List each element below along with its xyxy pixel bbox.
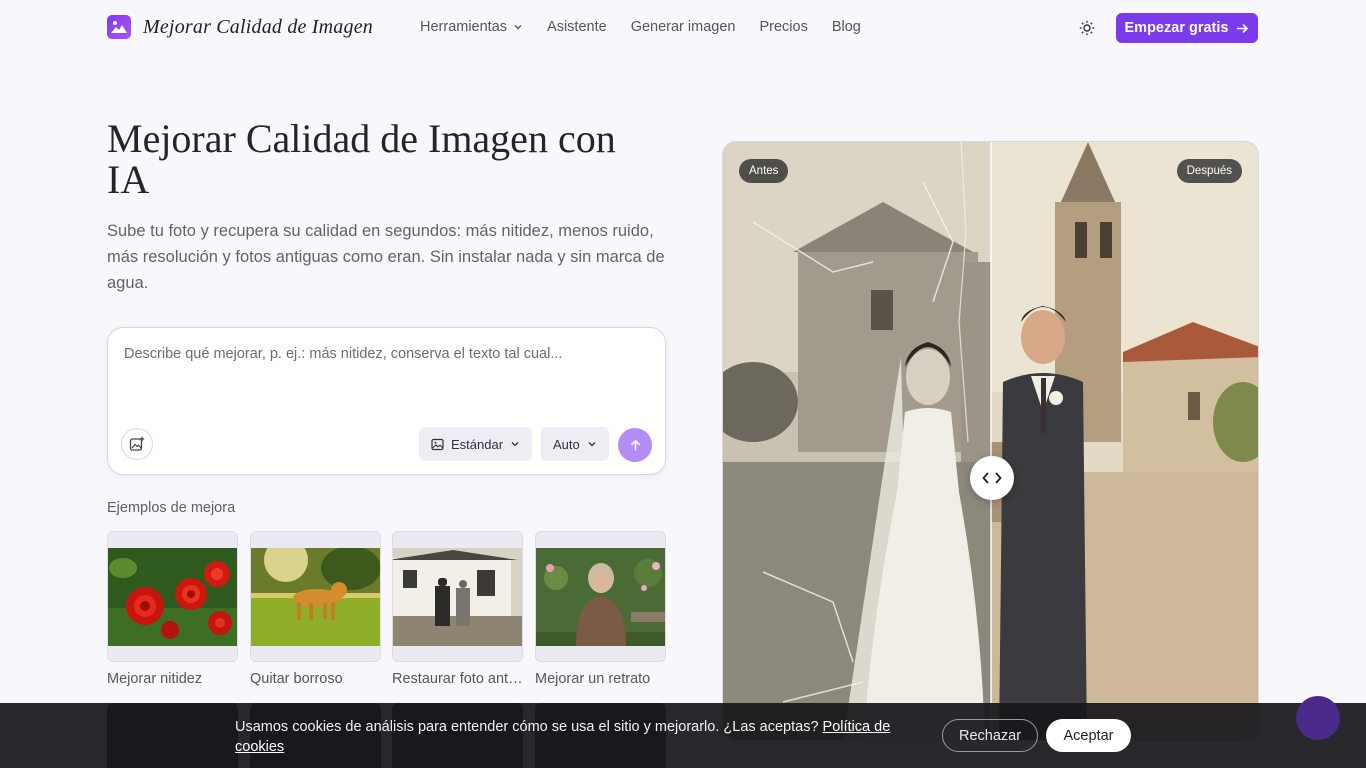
example-label-deblur: Quitar borroso bbox=[250, 671, 343, 687]
chevrons-left-right-icon bbox=[982, 472, 1002, 484]
examples-title: Ejemplos de mejora bbox=[107, 500, 236, 516]
mode-select[interactable]: Auto bbox=[541, 427, 609, 461]
example-label-restore: Restaurar foto antigua bbox=[392, 671, 523, 687]
roses-thumbnail bbox=[108, 548, 237, 646]
hero-subtitle: Sube tu foto y recupera su calidad en se… bbox=[107, 222, 665, 292]
sun-icon bbox=[1079, 20, 1095, 36]
before-badge: Antes bbox=[739, 159, 789, 183]
cta-label: Empezar gratis bbox=[1124, 20, 1229, 36]
chevron-down-icon bbox=[511, 442, 519, 447]
top-nav: Mejorar Calidad de Imagen Herramientas A… bbox=[0, 0, 1366, 56]
nav-item-blog[interactable]: Blog bbox=[832, 19, 861, 35]
add-image-button[interactable] bbox=[121, 428, 153, 460]
chat-fab-button[interactable] bbox=[1296, 696, 1340, 740]
example-label-sharpen: Mejorar nitidez bbox=[107, 671, 203, 687]
image-logo-icon bbox=[107, 15, 131, 39]
nav-item-herramientas[interactable]: Herramientas bbox=[420, 19, 523, 35]
nav-item-label: Herramientas bbox=[420, 19, 508, 35]
quality-select[interactable]: Estándar bbox=[419, 427, 533, 461]
send-button[interactable] bbox=[618, 428, 652, 462]
after-badge: Después bbox=[1176, 159, 1242, 183]
quality-value: Estándar bbox=[451, 436, 504, 452]
example-card-portrait[interactable] bbox=[535, 531, 666, 662]
nav-item-generar-imagen[interactable]: Generar imagen bbox=[631, 19, 736, 35]
example-card-sharpen[interactable] bbox=[107, 531, 238, 662]
brand-name: Mejorar Calidad de Imagen bbox=[143, 15, 373, 38]
start-free-button[interactable]: Empezar gratis bbox=[1116, 13, 1258, 43]
chevron-down-icon bbox=[588, 442, 596, 447]
prompt-input[interactable] bbox=[124, 346, 644, 362]
old-couple-thumbnail bbox=[393, 548, 522, 646]
before-after-comparison[interactable]: Antes Después bbox=[722, 141, 1259, 741]
grandmother-thumbnail bbox=[536, 548, 665, 646]
image-icon bbox=[431, 438, 444, 450]
wedding-photo bbox=[723, 142, 1258, 740]
example-label-portrait: Mejorar un retrato bbox=[535, 671, 651, 687]
chevron-down-icon bbox=[514, 25, 522, 30]
nav-links: Herramientas Asistente Generar imagen Pr… bbox=[420, 19, 885, 35]
brand-logo[interactable]: Mejorar Calidad de Imagen bbox=[107, 15, 373, 39]
cookie-message: Usamos cookies de análisis para entender… bbox=[235, 717, 915, 757]
example-card-deblur[interactable] bbox=[250, 531, 381, 662]
nav-item-precios[interactable]: Precios bbox=[759, 19, 807, 35]
accept-cookies-button[interactable]: Aceptar bbox=[1046, 719, 1131, 752]
arrow-up-icon bbox=[630, 439, 640, 450]
page-title: Mejorar Calidad de Imagen con IA bbox=[107, 116, 616, 202]
mode-value: Auto bbox=[553, 436, 580, 452]
compare-slider-handle[interactable] bbox=[970, 456, 1014, 500]
cookie-banner: Usamos cookies de análisis para entender… bbox=[0, 703, 1366, 768]
reject-cookies-button[interactable]: Rechazar bbox=[942, 719, 1038, 752]
example-card-restore[interactable] bbox=[392, 531, 523, 662]
image-plus-icon bbox=[129, 436, 145, 451]
dog-thumbnail bbox=[251, 548, 380, 646]
theme-toggle-button[interactable] bbox=[1076, 17, 1098, 39]
arrow-right-icon bbox=[1237, 23, 1249, 33]
nav-item-asistente[interactable]: Asistente bbox=[547, 19, 607, 35]
prompt-box: Estándar Auto bbox=[107, 327, 666, 475]
cookie-text: Usamos cookies de análisis para entender… bbox=[235, 719, 819, 735]
